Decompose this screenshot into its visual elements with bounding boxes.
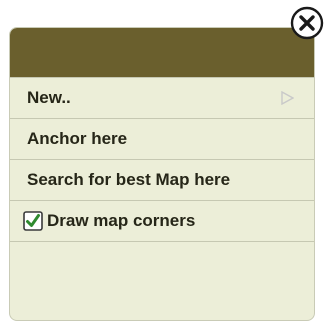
menu-item-anchor-here[interactable]: Anchor here [10,119,314,160]
menu-header [10,28,314,77]
menu-item-new[interactable]: New.. [10,77,314,119]
menu-item-draw-map-corners[interactable]: Draw map corners [10,201,314,242]
menu-item-search-best-map[interactable]: Search for best Map here [10,160,314,201]
close-icon[interactable] [290,6,324,40]
checkbox-checked-icon[interactable] [23,211,43,231]
context-menu: New.. Anchor here Search for best Map he… [9,27,315,321]
menu-item-label: New.. [27,88,71,107]
menu-item-label: Draw map corners [47,211,196,230]
menu-item-label: Search for best Map here [27,170,231,189]
menu-item-label: Anchor here [27,129,128,148]
chevron-right-icon [281,91,294,105]
